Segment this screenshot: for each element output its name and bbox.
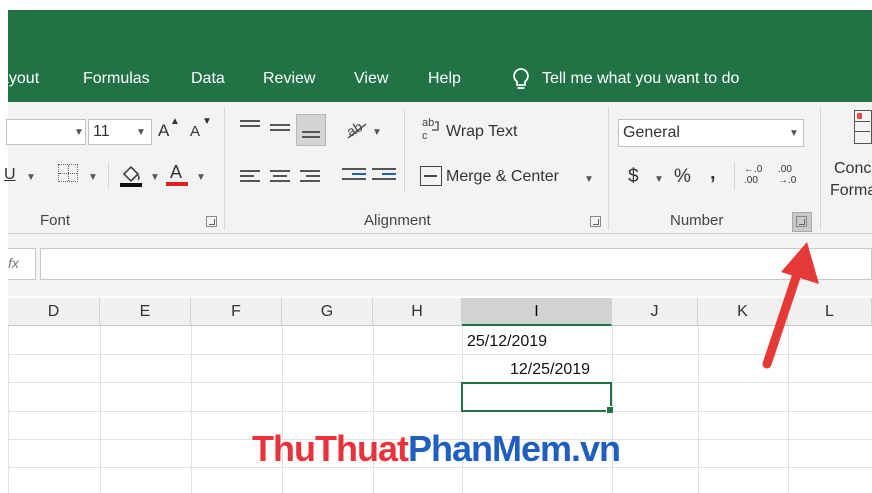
underline-button[interactable]: U [4, 166, 16, 184]
font-color-icon[interactable]: A [166, 162, 188, 188]
formula-input[interactable] [40, 248, 872, 280]
wrap-text-icon[interactable]: ab c [420, 116, 442, 142]
comma-style-button[interactable]: , [710, 162, 716, 185]
chevron-down-icon[interactable]: ▼ [26, 172, 36, 183]
ribbon: ▼ 11 ▼ A ▲ A ▼ U ▼ ▼ ▼ A ▼ Font ab ▼ ab … [4, 102, 872, 234]
active-cell[interactable] [461, 382, 614, 414]
borders-icon[interactable] [58, 164, 78, 182]
font-group-label: Font [40, 212, 71, 229]
watermark-logo: ThuThuatPhanMem.vn [252, 428, 621, 469]
red-arrow-icon [762, 242, 819, 369]
decrease-decimal-button[interactable]: .00 →.0 [778, 164, 796, 186]
chevron-down-icon[interactable]: ▼ [136, 127, 146, 138]
ribbon-tabs: ayout Formulas Data Review View Help Tel… [0, 58, 872, 102]
align-right-icon[interactable] [300, 170, 320, 185]
alignment-dialog-launcher-icon[interactable] [590, 216, 601, 227]
caret-up-icon: ▲ [170, 116, 180, 127]
top-align-icon[interactable] [240, 120, 260, 135]
tab-page-layout[interactable]: ayout [0, 70, 39, 88]
svg-text:ab: ab [422, 117, 434, 129]
fill-color-icon[interactable] [118, 162, 144, 188]
number-format-dropdown[interactable]: General ▼ [618, 119, 804, 147]
tab-review[interactable]: Review [263, 70, 315, 88]
tell-me-search[interactable]: Tell me what you want to do [542, 70, 739, 88]
merge-center-icon[interactable] [420, 166, 442, 186]
increase-indent-icon[interactable] [372, 168, 396, 183]
separator [108, 162, 109, 188]
chevron-down-icon[interactable]: ▼ [584, 174, 594, 185]
column-header-i[interactable]: I [462, 298, 612, 326]
lightbulb-icon[interactable] [510, 66, 532, 94]
column-header-j[interactable]: J [612, 298, 698, 326]
column-header-h[interactable]: H [373, 298, 462, 326]
chevron-down-icon[interactable]: ▼ [150, 172, 160, 183]
chevron-down-icon[interactable]: ▼ [74, 127, 84, 138]
cell-i-text-date[interactable]: 25/12/2019 [467, 333, 547, 351]
tab-data[interactable]: Data [191, 70, 225, 88]
formula-bar-area: fx [8, 234, 872, 296]
number-dialog-launcher-button[interactable] [792, 212, 812, 232]
insert-function-button[interactable]: fx [8, 248, 36, 280]
number-format-value: General [623, 124, 680, 141]
chevron-down-icon[interactable]: ▼ [654, 174, 664, 185]
caret-down-icon: ▼ [202, 116, 212, 127]
font-size-value: 11 [93, 123, 110, 140]
separator [404, 110, 405, 192]
wrap-text-button[interactable]: Wrap Text [446, 123, 517, 141]
column-header-e[interactable]: E [100, 298, 191, 326]
separator [224, 108, 225, 230]
shrink-font-button[interactable]: A [190, 123, 200, 140]
orientation-icon[interactable]: ab [344, 116, 370, 140]
tab-formulas[interactable]: Formulas [83, 70, 150, 88]
merge-center-button[interactable]: Merge & Center [446, 168, 559, 186]
conditional-formatting-line1[interactable]: Conc [834, 160, 871, 178]
column-header-f[interactable]: F [191, 298, 282, 326]
bottom-align-button[interactable] [296, 114, 326, 146]
separator [608, 108, 609, 230]
currency-button[interactable]: $ [628, 166, 639, 188]
grid-line [8, 382, 872, 383]
middle-align-icon[interactable] [270, 124, 290, 134]
font-dialog-launcher-icon[interactable] [206, 216, 217, 227]
separator [734, 162, 735, 190]
column-header-g[interactable]: G [282, 298, 373, 326]
chevron-down-icon[interactable]: ▼ [88, 172, 98, 183]
tab-view[interactable]: View [354, 70, 388, 88]
grid-line [8, 354, 872, 355]
conditional-formatting-icon[interactable] [854, 110, 872, 144]
number-group-label: Number [670, 212, 724, 229]
chevron-down-icon[interactable]: ▼ [196, 172, 206, 183]
separator [820, 108, 821, 230]
chevron-down-icon[interactable]: ▼ [372, 127, 382, 138]
dialog-launcher-icon [796, 216, 807, 227]
percent-button[interactable]: % [674, 166, 691, 188]
grow-font-button[interactable]: A [158, 121, 169, 141]
svg-text:c: c [422, 130, 428, 142]
increase-decimal-button[interactable]: ←.0 .00 [744, 164, 762, 186]
cell-i-number-date[interactable]: 12/25/2019 [510, 361, 590, 379]
grid-line [8, 411, 872, 412]
conditional-formatting-line2[interactable]: Forma [830, 182, 872, 200]
column-header-d[interactable]: D [8, 298, 100, 326]
chevron-down-icon: ▼ [789, 128, 799, 139]
alignment-group-label: Alignment [364, 212, 431, 229]
svg-text:ab: ab [344, 118, 365, 140]
align-left-icon[interactable] [240, 170, 260, 185]
decrease-indent-icon[interactable] [342, 168, 366, 183]
align-center-icon[interactable] [270, 170, 290, 185]
tab-help[interactable]: Help [428, 70, 461, 88]
fx-icon: fx [8, 255, 19, 271]
